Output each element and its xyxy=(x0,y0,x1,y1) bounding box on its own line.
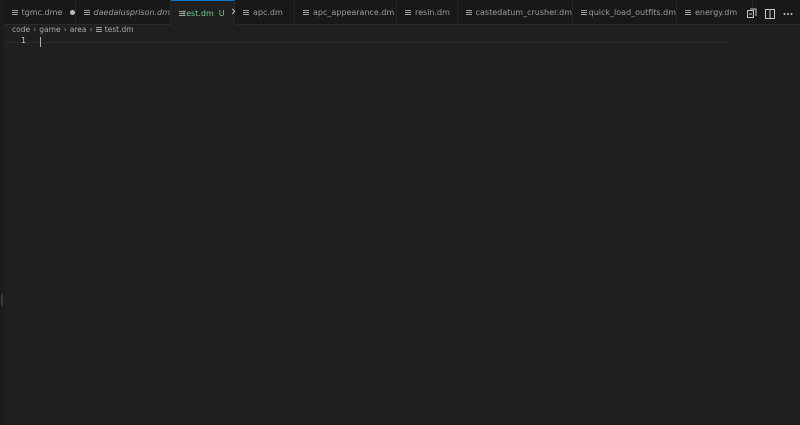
tab-apc-dm[interactable]: apc.dm xyxy=(235,0,295,24)
tab-castedatum-crusher[interactable]: castedatum_crusher.dm xyxy=(458,0,573,24)
file-icon xyxy=(12,9,18,16)
file-icon xyxy=(405,9,411,16)
editor-actions xyxy=(746,5,794,19)
breadcrumb-item[interactable]: area xyxy=(70,25,87,34)
tab-test-dm[interactable]: test.dm U ✕ xyxy=(171,0,239,25)
tab-label: quick_load_outfits.dm xyxy=(588,7,676,17)
file-icon xyxy=(303,9,309,16)
code-editor[interactable]: 1 xyxy=(4,34,800,425)
tab-resin-dm[interactable]: resin.dm xyxy=(397,0,458,24)
editor-tab-bar: tgmc.dme daedalusprison.dm test.dm U ✕ a… xyxy=(4,0,800,25)
chevron-right-icon: › xyxy=(89,24,93,34)
unsaved-dot-icon[interactable] xyxy=(70,9,75,15)
chevron-right-icon: › xyxy=(63,24,67,34)
file-icon xyxy=(685,9,691,16)
more-actions-icon[interactable] xyxy=(782,5,794,17)
text-cursor xyxy=(40,37,41,47)
git-untracked-badge: U xyxy=(218,8,225,18)
line-number: 1 xyxy=(21,36,26,45)
tab-label: castedatum_crusher.dm xyxy=(475,7,572,17)
tab-label: energy.dm xyxy=(695,7,738,17)
file-icon xyxy=(243,9,249,16)
tab-label: tgmc.dme xyxy=(21,7,63,17)
tab-daedalusprison[interactable]: daedalusprison.dm xyxy=(76,0,171,24)
breadcrumb: code › game › area › test.dm xyxy=(12,24,134,34)
compare-changes-icon[interactable] xyxy=(746,5,758,18)
breadcrumb-item[interactable]: code xyxy=(12,25,30,34)
tab-label: daedalusprison.dm xyxy=(93,7,170,17)
current-line-highlight xyxy=(4,42,727,43)
chevron-right-icon: › xyxy=(33,24,37,34)
tab-energy-dm[interactable]: energy.dm xyxy=(677,0,753,24)
file-icon xyxy=(466,9,472,16)
tab-label: apc.dm xyxy=(253,7,283,17)
tab-quick-load-outfits[interactable]: quick_load_outfits.dm xyxy=(573,0,677,24)
file-icon xyxy=(84,9,90,16)
breadcrumb-item[interactable]: game xyxy=(39,25,60,34)
tab-label: resin.dm xyxy=(415,7,450,17)
split-editor-icon[interactable] xyxy=(764,5,776,19)
breadcrumb-item[interactable]: test.dm xyxy=(105,25,134,34)
tab-apc-appearance[interactable]: apc_appearance.dm xyxy=(295,0,397,24)
file-icon xyxy=(581,9,587,16)
tab-label: apc_appearance.dm xyxy=(313,7,395,17)
sash-handle[interactable] xyxy=(1,294,3,306)
tab-label: test.dm xyxy=(183,8,214,18)
file-icon xyxy=(95,26,102,33)
vscode-window: tgmc.dme daedalusprison.dm test.dm U ✕ a… xyxy=(0,0,800,425)
tab-tgmc-dme[interactable]: tgmc.dme xyxy=(4,0,76,24)
